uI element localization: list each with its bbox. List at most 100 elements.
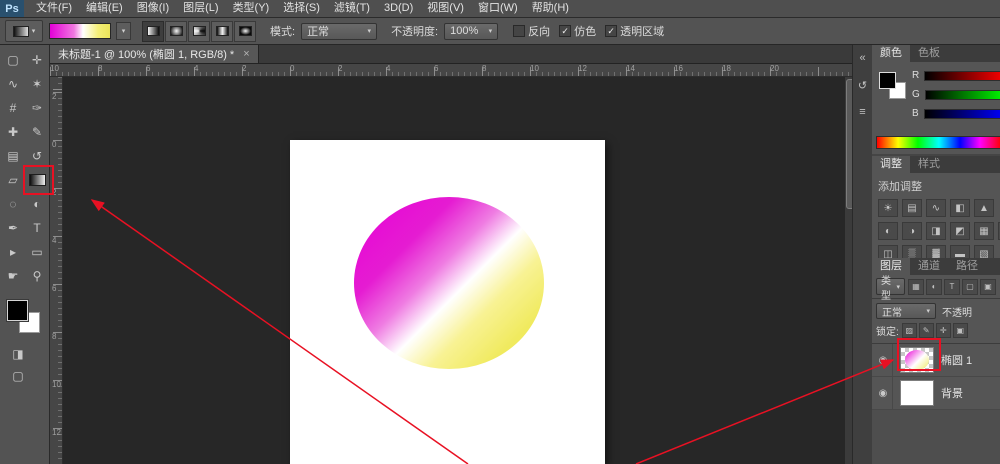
eye-icon[interactable] xyxy=(874,377,893,409)
color-balance-icon[interactable]: ◑ xyxy=(902,222,922,240)
zoom-tool[interactable]: ⚲ xyxy=(25,264,49,288)
angle-gradient-button[interactable] xyxy=(188,21,210,42)
quick-selection-tool[interactable]: ✶ xyxy=(25,72,49,96)
linear-gradient-button[interactable] xyxy=(142,21,164,42)
type-tool[interactable]: T xyxy=(25,216,49,240)
lock-all-icon[interactable]: ▣ xyxy=(953,323,968,338)
move-tool[interactable]: ✛ xyxy=(25,48,49,72)
slider-track[interactable] xyxy=(924,71,1000,81)
adjustment-layer-filter-icon[interactable]: ◐ xyxy=(926,279,942,295)
gradient-picker-button[interactable] xyxy=(116,22,131,40)
rectangular-marquee-tool[interactable]: ▢ xyxy=(1,48,25,72)
canvas-viewport[interactable] xyxy=(63,77,852,464)
lock-icons: ▨✎✛▣ xyxy=(902,323,968,338)
clone-stamp-tool[interactable]: ▤ xyxy=(1,144,25,168)
menu-item[interactable]: 滤镜(T) xyxy=(327,0,377,17)
crop-tool[interactable]: # xyxy=(1,96,25,120)
menu-item[interactable]: 选择(S) xyxy=(276,0,327,17)
menu-item[interactable]: 编辑(E) xyxy=(79,0,130,17)
history-brush-tool[interactable]: ↺ xyxy=(25,144,49,168)
reverse-checkbox[interactable]: 反向 xyxy=(513,23,550,39)
photo-filter-icon[interactable]: ◩ xyxy=(950,222,970,240)
spot-healing-brush-tool[interactable]: ✚ xyxy=(1,120,25,144)
document-canvas[interactable] xyxy=(290,140,605,464)
channel-mixer-icon[interactable]: ▦ xyxy=(974,222,994,240)
layer-blend-mode-select[interactable]: 正常 xyxy=(876,303,936,319)
properties-panel-icon[interactable]: ≡ xyxy=(855,104,871,120)
eye-icon[interactable] xyxy=(874,344,893,376)
menu-item[interactable]: 3D(D) xyxy=(377,0,420,17)
layer-row-background[interactable]: 背景 xyxy=(872,377,1000,410)
vertical-scrollbar[interactable] xyxy=(845,77,852,464)
layer-row-ellipse[interactable]: 椭圆 1 xyxy=(872,344,1000,377)
panel-tab[interactable]: 路径 xyxy=(948,258,986,275)
green-slider[interactable]: G xyxy=(912,89,1000,100)
gradient-preview-swatch[interactable] xyxy=(49,23,111,39)
layer-thumbnail[interactable] xyxy=(900,347,934,373)
menu-item[interactable]: 帮助(H) xyxy=(525,0,576,17)
menu-item[interactable]: 视图(V) xyxy=(420,0,471,17)
blur-tool[interactable]: ◌ xyxy=(1,192,25,216)
eraser-tool[interactable]: ▱ xyxy=(1,168,25,192)
layer-name[interactable]: 背景 xyxy=(941,385,963,401)
rectangle-tool[interactable]: ▭ xyxy=(25,240,49,264)
lock-pixels-icon[interactable]: ✎ xyxy=(919,323,934,338)
pen-tool[interactable]: ✒ xyxy=(1,216,25,240)
panel-tab[interactable]: 通道 xyxy=(910,258,948,275)
blend-mode-select[interactable]: 正常 xyxy=(301,23,377,40)
type-layer-filter-icon[interactable]: T xyxy=(944,279,960,295)
tool-preset-picker[interactable] xyxy=(5,20,43,42)
menu-item[interactable]: 图像(I) xyxy=(130,0,176,17)
shape-layer-filter-icon[interactable]: ▢ xyxy=(962,279,978,295)
reflected-gradient-button[interactable] xyxy=(211,21,233,42)
lock-transparency-icon[interactable]: ▨ xyxy=(902,323,917,338)
path-selection-tool[interactable]: ▸ xyxy=(1,240,25,264)
layer-name[interactable]: 椭圆 1 xyxy=(941,352,972,368)
layer-thumbnail[interactable] xyxy=(900,380,934,406)
foreground-color-swatch[interactable] xyxy=(879,72,896,89)
slider-track[interactable] xyxy=(924,109,1000,119)
pixel-layer-filter-icon[interactable]: ▦ xyxy=(908,279,924,295)
menu-item[interactable]: 图层(L) xyxy=(176,0,225,17)
red-slider[interactable]: R xyxy=(912,70,1000,81)
opacity-select[interactable]: 100% xyxy=(444,23,498,40)
eyedropper-tool[interactable]: ✑ xyxy=(25,96,49,120)
transparency-checkbox[interactable]: 透明区域 xyxy=(605,23,664,39)
quick-mask-button[interactable] xyxy=(8,345,28,363)
lock-position-icon[interactable]: ✛ xyxy=(936,323,951,338)
brightness-contrast-icon[interactable]: ☀ xyxy=(878,199,898,217)
chevron-down-icon xyxy=(489,27,493,35)
panel-tab[interactable]: 色板 xyxy=(910,45,948,62)
dodge-tool[interactable]: ◐ xyxy=(25,192,49,216)
history-panel-icon[interactable]: ↺ xyxy=(855,77,871,93)
color-spectrum-ramp[interactable] xyxy=(876,136,1000,149)
smart-object-filter-icon[interactable]: ▣ xyxy=(980,279,996,295)
diamond-gradient-button[interactable] xyxy=(234,21,256,42)
levels-icon[interactable]: ▤ xyxy=(902,199,922,217)
panel-tab[interactable]: 颜色 xyxy=(872,45,910,62)
gradient-tool[interactable] xyxy=(25,168,49,192)
hue-saturation-icon[interactable]: ◐ xyxy=(878,222,898,240)
radial-gradient-button[interactable] xyxy=(165,21,187,42)
panel-tab[interactable]: 调整 xyxy=(872,156,910,173)
foreground-color-swatch[interactable] xyxy=(7,300,28,321)
panel-tab[interactable]: 样式 xyxy=(910,156,948,173)
document-tab[interactable]: 未标题-1 @ 100% (椭圆 1, RGB/8) * × xyxy=(50,45,259,63)
lasso-tool[interactable]: ∿ xyxy=(1,72,25,96)
brush-tool[interactable]: ✎ xyxy=(25,120,49,144)
screen-mode-button[interactable] xyxy=(8,367,28,385)
dither-checkbox[interactable]: 仿色 xyxy=(559,23,596,39)
exposure-icon[interactable]: ◧ xyxy=(950,199,970,217)
blue-slider[interactable]: B xyxy=(912,108,1000,119)
hand-tool[interactable]: ☛ xyxy=(1,264,25,288)
black-white-icon[interactable]: ◨ xyxy=(926,222,946,240)
layer-filter-select[interactable]: 类型 xyxy=(876,278,905,295)
collapse-panels-icon[interactable]: « xyxy=(855,50,871,66)
menu-item[interactable]: 文件(F) xyxy=(29,0,79,17)
vibrance-icon[interactable]: ▲ xyxy=(974,199,994,217)
menu-item[interactable]: 类型(Y) xyxy=(226,0,277,17)
close-icon[interactable]: × xyxy=(243,48,249,60)
menu-item[interactable]: 窗口(W) xyxy=(471,0,525,17)
curves-icon[interactable]: ∿ xyxy=(926,199,946,217)
slider-track[interactable] xyxy=(925,90,1000,100)
